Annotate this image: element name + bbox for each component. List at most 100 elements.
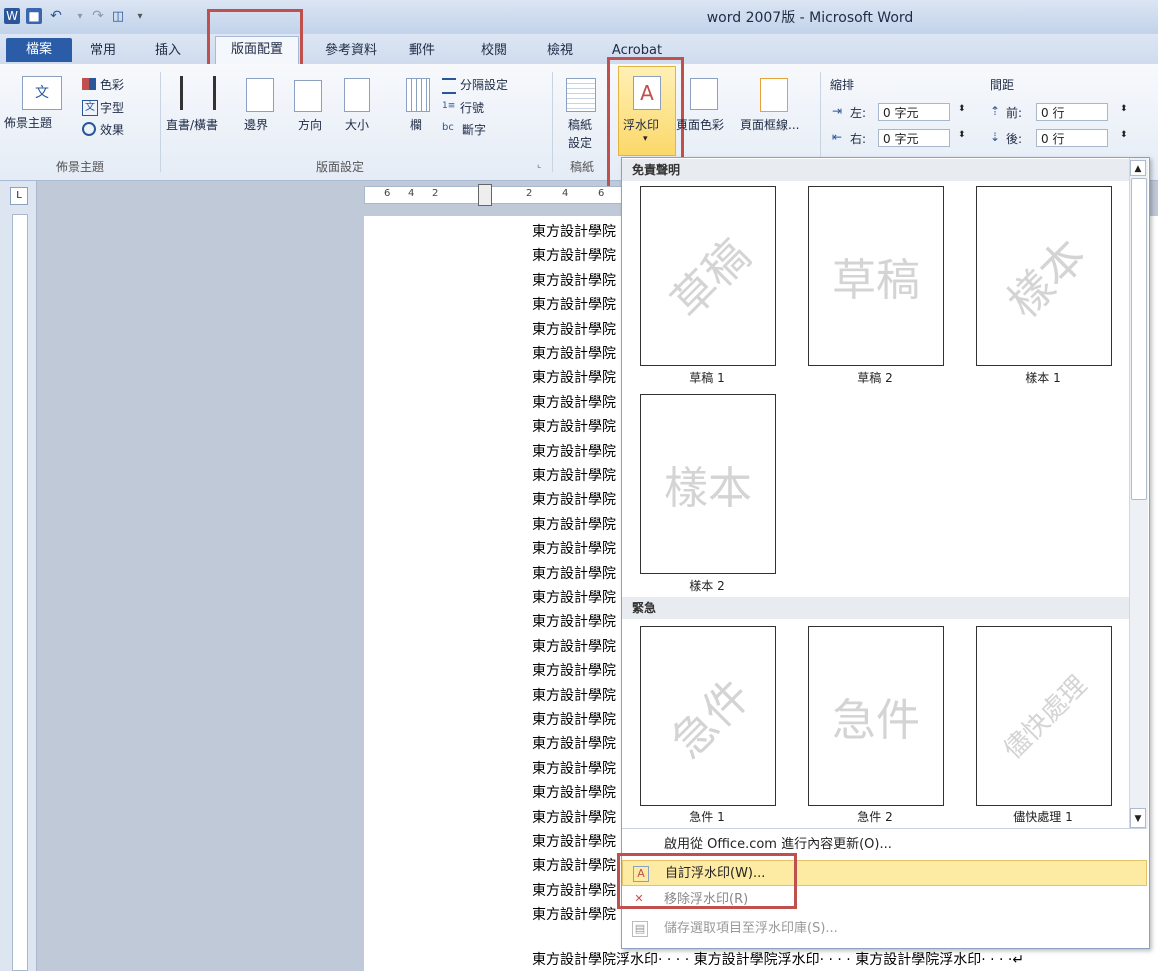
watermark-draft-2[interactable]: 草稿 xyxy=(808,186,944,366)
print-preview-icon[interactable]: ◫ xyxy=(110,8,126,24)
watermark-asap-1[interactable]: 儘快處理 xyxy=(976,626,1112,806)
spacing-after-spinner-icon[interactable]: ⬍ xyxy=(1120,130,1128,140)
line-numbers-button[interactable]: 行號 xyxy=(460,99,484,116)
tab-mailings[interactable]: 郵件 xyxy=(402,40,442,62)
document-line: 東方設計學院 xyxy=(532,882,616,899)
themes-button[interactable]: 佈景主題 xyxy=(4,114,52,131)
document-line: 東方設計學院 xyxy=(532,224,616,240)
spacing-before-label: 前: xyxy=(1006,106,1023,120)
watermark-sample-1[interactable]: 樣本 xyxy=(976,186,1112,366)
breaks-button[interactable]: 分隔設定 xyxy=(460,76,508,93)
watermark-preview-text: 儘快處理 xyxy=(998,670,1094,766)
document-line: 東方設計學院 xyxy=(532,272,616,289)
document-line: 東方設計學院 xyxy=(532,834,616,850)
watermark-draft-1[interactable]: 草稿 xyxy=(640,186,776,366)
tab-selector-icon[interactable]: L xyxy=(10,187,28,205)
menu-item-label: 儲存選取項目至浮水印庫(S)... xyxy=(664,921,838,936)
indent-right-icon: ⇤ xyxy=(832,130,843,144)
document-line: 東方設計學院 xyxy=(532,590,616,606)
indent-right-input[interactable]: 0 字元 xyxy=(878,129,950,147)
section-header-disclaimer: 免責聲明 xyxy=(622,159,1129,181)
spacing-after-input[interactable]: 0 行 xyxy=(1036,129,1108,147)
hyphenation-icon[interactable]: bc xyxy=(442,122,458,134)
document-line: 東方設計學院 xyxy=(532,760,616,777)
document-line: 東方設計學院 xyxy=(532,785,616,802)
spacing-before-input[interactable]: 0 行 xyxy=(1036,103,1108,121)
word-icon[interactable]: W xyxy=(4,8,20,24)
tab-view[interactable]: 檢視 xyxy=(540,40,580,62)
redo-icon[interactable]: ↷ xyxy=(90,8,106,24)
ruler-tick: 2 xyxy=(526,188,533,199)
group-separator xyxy=(160,72,161,172)
hyphenation-button[interactable]: 斷字 xyxy=(462,121,486,138)
highlight-box-custom-watermark xyxy=(617,853,797,909)
colors-icon[interactable] xyxy=(82,78,96,90)
fonts-icon[interactable]: 文 xyxy=(82,100,98,116)
spacing-before-spinner-icon[interactable]: ⬍ xyxy=(1120,104,1128,114)
undo-icon[interactable]: ↶ xyxy=(48,8,64,24)
menu-item-save-to-gallery[interactable]: ▤ 儲存選取項目至浮水印庫(S)... xyxy=(622,916,1147,942)
tab-references[interactable]: 參考資料 xyxy=(318,40,384,62)
page-setup-group-label: 版面設定 xyxy=(315,160,364,174)
spacing-before-icon: ⇡ xyxy=(990,104,1001,118)
themes-icon[interactable]: 文 xyxy=(22,76,62,110)
indent-left-label: 左: xyxy=(850,106,867,120)
text-direction-icon[interactable] xyxy=(180,76,216,110)
spacing-label: 間距 xyxy=(990,78,1015,92)
breaks-icon[interactable] xyxy=(442,78,456,94)
tab-insert[interactable]: 插入 xyxy=(148,40,188,62)
manuscript-icon[interactable] xyxy=(566,78,596,112)
columns-icon[interactable] xyxy=(406,78,430,112)
manuscript-button-setup[interactable]: 設定 xyxy=(568,134,592,151)
fonts-button[interactable]: 字型 xyxy=(100,99,124,116)
document-line: 東方設計學院 xyxy=(532,858,616,875)
margins-button[interactable]: 邊界 xyxy=(244,116,268,133)
colors-button[interactable]: 色彩 xyxy=(100,76,124,93)
effects-icon[interactable] xyxy=(82,122,96,136)
watermark-urgent-2[interactable]: 急件 xyxy=(808,626,944,806)
manuscript-button[interactable]: 稿紙 xyxy=(568,116,592,133)
scroll-thumb[interactable] xyxy=(1131,178,1147,500)
size-button[interactable]: 大小 xyxy=(345,116,369,133)
orientation-button[interactable]: 方向 xyxy=(298,116,322,133)
margins-icon[interactable] xyxy=(246,78,274,112)
tab-review[interactable]: 校閱 xyxy=(474,40,514,62)
document-line: 東方設計學院 xyxy=(532,541,616,558)
tab-file[interactable]: 檔案 xyxy=(6,38,72,62)
watermark-caption: 急件 2 xyxy=(857,810,893,824)
orientation-icon[interactable] xyxy=(294,80,322,112)
indent-marker-icon[interactable] xyxy=(478,184,492,206)
indent-left-input[interactable]: 0 字元 xyxy=(878,103,950,121)
indent-left-spinner-icon[interactable]: ⬍ xyxy=(958,104,966,114)
undo-dropdown-icon[interactable]: ▾ xyxy=(72,8,88,24)
watermark-caption: 急件 1 xyxy=(689,810,725,824)
scroll-up-icon[interactable]: ▲ xyxy=(1130,160,1146,176)
customize-icon[interactable]: ▾ xyxy=(132,8,148,24)
ruler-tick: 4 xyxy=(408,188,415,199)
document-line: 東方設計學院 xyxy=(532,565,616,582)
scroll-down-icon[interactable]: ▼ xyxy=(1130,808,1146,828)
dialog-launcher-icon[interactable]: ⌞ xyxy=(537,160,541,170)
vertical-ruler-strip xyxy=(12,214,28,971)
tab-home[interactable]: 常用 xyxy=(80,40,126,62)
watermark-sample-2[interactable]: 樣本 xyxy=(640,394,776,574)
page-color-button[interactable]: 頁面色彩 xyxy=(676,116,724,133)
columns-button[interactable]: 欄 xyxy=(410,116,422,133)
indent-right-spinner-icon[interactable]: ⬍ xyxy=(958,130,966,140)
effects-button[interactable]: 效果 xyxy=(100,121,124,138)
window-title: word 2007版 - Microsoft Word xyxy=(706,10,914,26)
page-borders-icon[interactable] xyxy=(760,78,788,112)
text-direction-button[interactable]: 直書/橫書 xyxy=(166,116,218,133)
document-line: 東方設計學院 xyxy=(532,809,616,826)
save-icon[interactable]: ■ xyxy=(26,8,42,24)
title-bar xyxy=(0,0,1158,35)
group-separator xyxy=(552,72,553,172)
document-line: 東方設計學院 xyxy=(532,492,616,509)
menu-divider xyxy=(622,828,1147,829)
page-color-icon[interactable] xyxy=(690,78,718,110)
line-numbers-icon[interactable]: 1≡ xyxy=(442,100,456,112)
watermark-urgent-1[interactable]: 急件 xyxy=(640,626,776,806)
save-to-gallery-icon: ▤ xyxy=(632,921,648,937)
size-icon[interactable] xyxy=(344,78,370,112)
page-borders-button[interactable]: 頁面框線... xyxy=(740,116,799,133)
